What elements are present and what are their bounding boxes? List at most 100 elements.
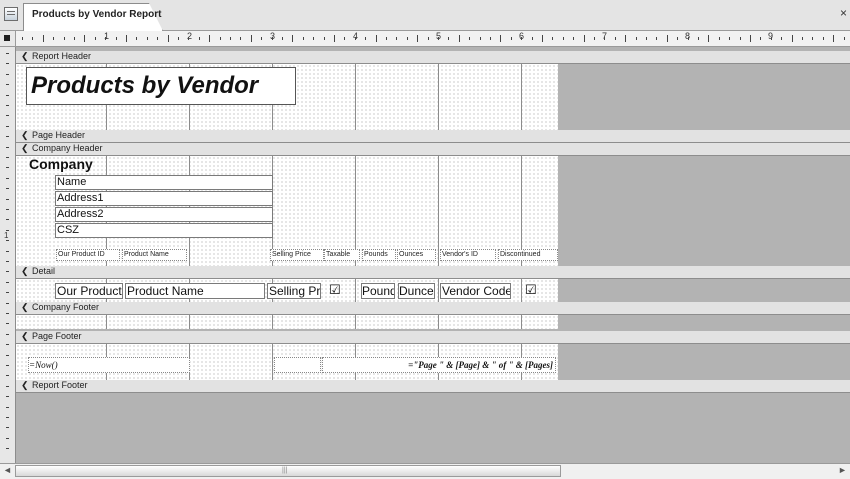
ruler-tick xyxy=(729,37,731,40)
ruler-tick xyxy=(178,37,179,40)
ruler-tick xyxy=(718,37,720,40)
report-selector[interactable] xyxy=(0,31,16,46)
scroll-left-icon[interactable]: ◄ xyxy=(3,465,12,475)
name-textbox[interactable]: Name xyxy=(55,175,273,190)
section-bar-company-header[interactable]: ❮ Company Header xyxy=(16,143,850,156)
page-footer-grid[interactable]: =Now() ="Page " & [Page] & " of " & [Pag… xyxy=(16,344,558,380)
section-label: Report Footer xyxy=(32,380,88,390)
label-pounds[interactable]: Pounds xyxy=(362,249,396,261)
section-arrow-icon: ❮ xyxy=(21,266,29,276)
ruler-tick xyxy=(594,37,595,40)
vertical-ruler-tick xyxy=(6,125,9,127)
ruler-tick xyxy=(812,37,814,40)
scroll-right-icon[interactable]: ► xyxy=(838,465,847,475)
ruler-tick xyxy=(739,37,741,40)
our-product-textbox[interactable]: Our Product xyxy=(55,283,123,299)
discontinued-checkbox[interactable]: ☑ xyxy=(524,283,538,297)
vertical-ruler-tick xyxy=(6,323,9,325)
ruler-tick xyxy=(198,37,200,40)
report-design-surface[interactable]: ❮ Report Header Products by Vendor ❮ Pag… xyxy=(16,47,850,463)
report-header-grid[interactable]: Products by Vendor xyxy=(16,64,558,130)
vertical-ruler-tick xyxy=(6,417,9,418)
ruler-tick xyxy=(583,35,585,42)
selling-price-textbox[interactable]: Selling Pri xyxy=(267,283,321,299)
close-icon[interactable]: × xyxy=(840,6,847,20)
ruler-tick xyxy=(552,37,554,40)
page-footer-spacer[interactable] xyxy=(274,357,321,373)
section-label: Report Header xyxy=(32,51,92,61)
ruler-tick xyxy=(469,37,471,40)
ruler-tick xyxy=(261,37,263,40)
ruler-tick xyxy=(354,37,356,40)
section-bar-page-footer[interactable]: ❮ Page Footer xyxy=(16,331,850,344)
page-number-textbox[interactable]: ="Page " & [Page] & " of " & [Pages] xyxy=(322,357,556,373)
scrollbar-thumb[interactable] xyxy=(15,465,561,477)
vertical-ruler-tick xyxy=(6,365,9,366)
section-bar-report-header[interactable]: ❮ Report Header xyxy=(16,51,850,64)
section-bar-report-footer[interactable]: ❮ Report Footer xyxy=(16,380,850,393)
vertical-ruler-tick xyxy=(6,136,9,138)
csz-textbox[interactable]: CSZ xyxy=(55,223,273,238)
ruler-tick xyxy=(32,37,34,40)
vertical-ruler[interactable]: 1 xyxy=(0,47,16,463)
label-our-product-id[interactable]: Our Product ID xyxy=(56,249,120,261)
vendor-code-textbox[interactable]: Vendor Code xyxy=(440,283,511,299)
vertical-ruler-tick xyxy=(6,385,9,387)
vertical-ruler-tick xyxy=(6,354,9,356)
section-label: Company Footer xyxy=(32,302,100,312)
section-arrow-icon: ❮ xyxy=(21,51,29,61)
ruler-tick xyxy=(479,37,481,40)
address2-textbox[interactable]: Address2 xyxy=(55,207,273,222)
ounces-textbox[interactable]: Dunces xyxy=(398,283,435,299)
vertical-ruler-tick xyxy=(6,406,9,408)
label-vendors-id[interactable]: Vendor's ID xyxy=(440,249,496,261)
ruler-tick xyxy=(500,35,502,42)
section-label: Detail xyxy=(32,266,56,276)
section-arrow-icon: ❮ xyxy=(21,143,29,153)
ruler-tick xyxy=(271,37,273,40)
section-bar-page-header[interactable]: ❮ Page Header xyxy=(16,130,850,143)
vertical-ruler-tick xyxy=(6,157,9,158)
section-bar-company-footer[interactable]: ❮ Company Footer xyxy=(16,302,850,315)
ruler-tick xyxy=(157,37,159,40)
vertical-ruler-tick xyxy=(6,271,9,273)
ruler-tick xyxy=(666,35,668,42)
vertical-ruler-tick xyxy=(6,448,9,450)
vertical-ruler-tick xyxy=(6,167,9,169)
label-ounces[interactable]: Ounces xyxy=(397,249,436,261)
company-header-grid[interactable]: Company Name Address1 Address2 CSZ Our P… xyxy=(16,156,558,266)
section-arrow-icon: ❮ xyxy=(21,302,29,312)
now-textbox[interactable]: =Now() xyxy=(28,357,190,373)
ruler-tick xyxy=(614,37,616,40)
ruler-tick xyxy=(843,37,845,40)
ruler-tick xyxy=(458,35,460,42)
vertical-ruler-tick xyxy=(6,53,9,54)
vertical-ruler-tick xyxy=(6,229,9,231)
ruler-tick xyxy=(698,37,699,40)
report-title-label[interactable]: Products by Vendor xyxy=(26,67,296,105)
ruler-tick xyxy=(84,35,86,42)
ruler-tick xyxy=(427,37,429,40)
ruler-tick xyxy=(146,37,148,40)
label-selling-price[interactable]: Selling Price xyxy=(270,249,324,261)
address1-textbox[interactable]: Address1 xyxy=(55,191,273,206)
product-name-textbox[interactable]: Product Name xyxy=(125,283,265,299)
label-discontinued[interactable]: Discontinued xyxy=(498,249,558,261)
label-taxable[interactable]: Taxable xyxy=(324,249,360,261)
label-product-name[interactable]: Product Name xyxy=(122,249,187,261)
company-textbox[interactable]: Company xyxy=(29,157,109,172)
ruler-tick xyxy=(396,37,398,40)
ruler-tick xyxy=(791,35,793,42)
section-bar-detail[interactable]: ❮ Detail xyxy=(16,266,850,279)
ruler-tick xyxy=(250,35,252,42)
company-footer-grid[interactable] xyxy=(16,315,558,329)
detail-grid[interactable]: Our Product Product Name Selling Pri ☑ P… xyxy=(16,279,558,302)
horizontal-ruler[interactable]: 1 2 3 4 5 6 7 8 9 xyxy=(16,31,850,46)
ruler-tick xyxy=(344,37,346,40)
ruler-tick xyxy=(282,37,283,40)
ruler-tick xyxy=(219,37,221,40)
vertical-ruler-tick xyxy=(6,292,9,294)
pounds-textbox[interactable]: Pounds xyxy=(361,283,395,299)
ruler-tick xyxy=(313,37,315,40)
taxable-checkbox[interactable]: ☑ xyxy=(328,283,342,297)
